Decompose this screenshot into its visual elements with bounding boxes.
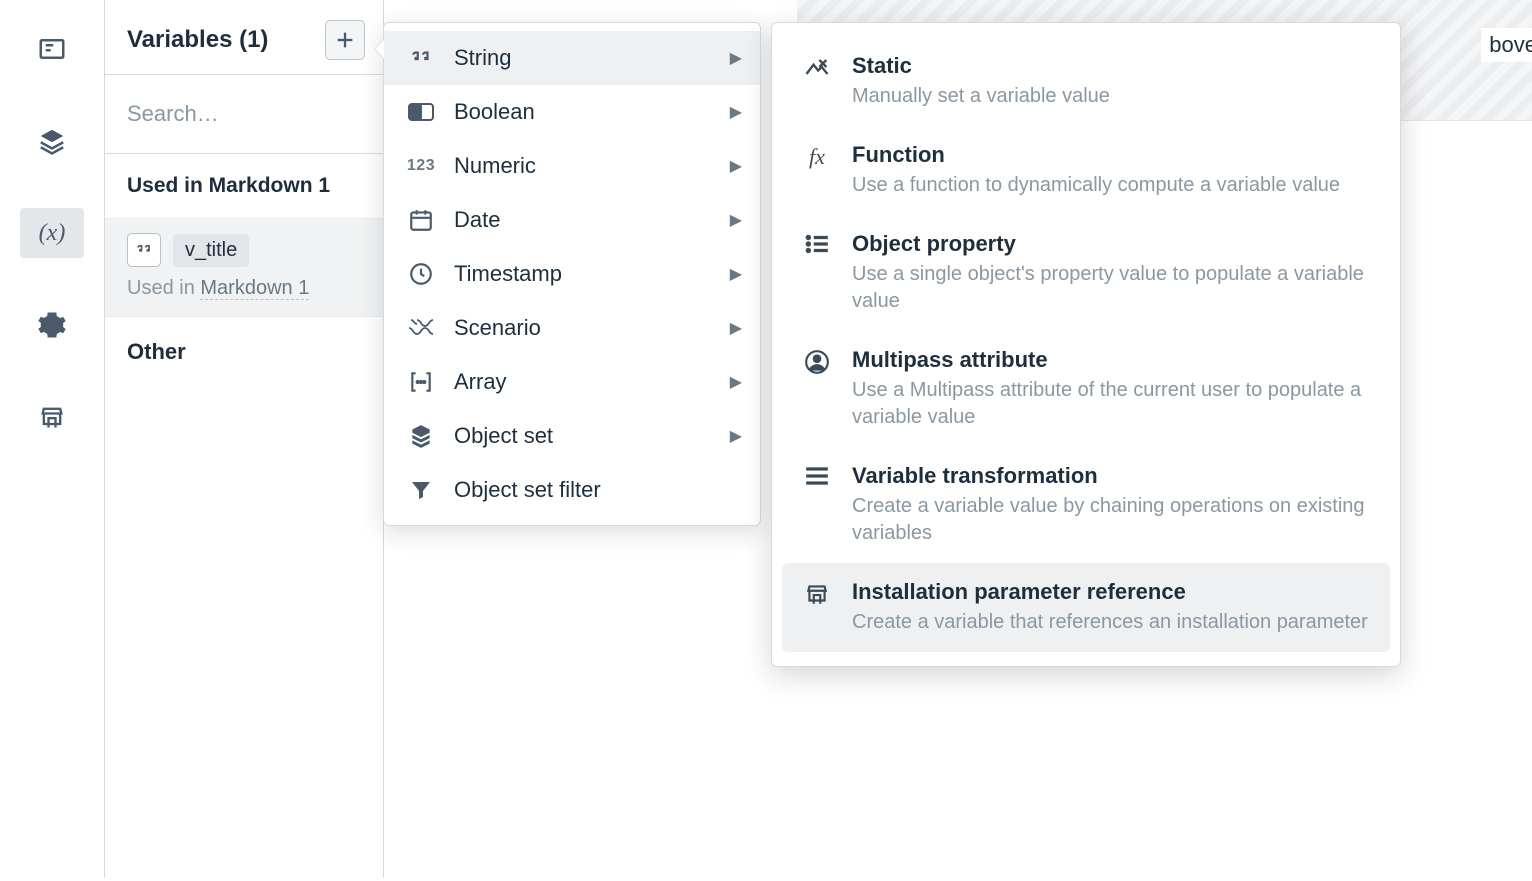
chevron-right-icon: ▶ [730, 102, 742, 122]
submenu-description: Use a function to dynamically compute a … [852, 172, 1340, 199]
submenu-title: Multipass attribute [852, 347, 1372, 373]
submenu-title: Static [852, 53, 1110, 79]
type-label: Date [454, 207, 500, 233]
variable-name-badge: v_title [173, 234, 249, 267]
boolean-icon [406, 103, 436, 121]
section-used-in: Used in Markdown 1 [105, 154, 383, 219]
add-variable-button[interactable] [325, 20, 365, 60]
submenu-item-installation-parameter-reference[interactable]: Installation parameter reference Create a… [782, 563, 1390, 652]
submenu-item-object-property[interactable]: Object property Use a single object's pro… [782, 215, 1390, 331]
type-label: Timestamp [454, 261, 562, 287]
type-label: Object set [454, 423, 553, 449]
install-icon [800, 579, 834, 636]
variable-row[interactable]: v_title Used in Markdown 1 [105, 219, 383, 317]
submenu-description: Use a Multipass attribute of the current… [852, 377, 1372, 431]
type-label: Array [454, 369, 507, 395]
section-other: Other [105, 317, 383, 387]
objectset-icon [406, 423, 436, 449]
objprop-icon [800, 231, 834, 315]
string-type-submenu: Static Manually set a variable value fx Fun… [771, 22, 1401, 667]
static-icon [800, 53, 834, 110]
chevron-right-icon: ▶ [730, 48, 742, 68]
function-icon: fx [800, 142, 834, 199]
submenu-item-multipass-attribute[interactable]: Multipass attribute Use a Multipass attri… [782, 331, 1390, 447]
date-icon [406, 207, 436, 233]
submenu-item-function[interactable]: fx Function Use a function to dynamically … [782, 126, 1390, 215]
type-item-object-set-filter[interactable]: Object set filter [384, 463, 760, 517]
submenu-item-static[interactable]: Static Manually set a variable value [782, 37, 1390, 126]
rail-marketplace-icon[interactable] [20, 392, 84, 442]
rail-variables-icon[interactable]: (x) [20, 208, 84, 258]
timestamp-icon [406, 261, 436, 287]
type-label: Boolean [454, 99, 535, 125]
type-item-timestamp[interactable]: Timestamp ▶ [384, 247, 760, 301]
type-label: Scenario [454, 315, 541, 341]
variable-type-menu: String▶Boolean▶123Numeric▶Date▶Timestamp… [383, 22, 761, 526]
chevron-right-icon: ▶ [730, 426, 742, 446]
submenu-title: Installation parameter reference [852, 579, 1368, 605]
submenu-title: Function [852, 142, 1340, 168]
type-item-object-set[interactable]: Object set ▶ [384, 409, 760, 463]
type-item-numeric[interactable]: 123 Numeric ▶ [384, 139, 760, 193]
search-input[interactable] [127, 75, 361, 153]
scenario-icon [406, 316, 436, 340]
variable-usage: Used in Markdown 1 [127, 277, 361, 300]
chevron-right-icon: ▶ [730, 156, 742, 176]
chevron-right-icon: ▶ [730, 264, 742, 284]
rail-settings-icon[interactable] [20, 300, 84, 350]
used-in-link[interactable]: Markdown 1 [200, 277, 309, 300]
type-item-string[interactable]: String ▶ [384, 31, 760, 85]
marketplace-button[interactable] [1497, 120, 1532, 160]
submenu-description: Manually set a variable value [852, 83, 1110, 110]
filter-icon [406, 478, 436, 502]
panel-title: Variables (1) [127, 26, 268, 54]
submenu-title: Variable transformation [852, 463, 1372, 489]
type-item-date[interactable]: Date ▶ [384, 193, 760, 247]
submenu-description: Create a variable that references an ins… [852, 609, 1368, 636]
numeric-icon: 123 [406, 157, 436, 175]
chevron-right-icon: ▶ [730, 210, 742, 230]
truncated-text: bove [1481, 28, 1532, 62]
array-icon [406, 369, 436, 395]
type-item-array[interactable]: Array ▶ [384, 355, 760, 409]
submenu-description: Use a single object's property value to … [852, 261, 1372, 315]
submenu-item-variable-transformation[interactable]: Variable transformation Create a variable… [782, 447, 1390, 563]
type-item-boolean[interactable]: Boolean ▶ [384, 85, 760, 139]
multipass-icon [800, 347, 834, 431]
quotes-icon [406, 45, 436, 71]
submenu-title: Object property [852, 231, 1372, 257]
search-row [105, 74, 383, 154]
string-type-icon [127, 233, 161, 267]
variables-panel: Variables (1) Used in Markdown 1 v_title… [104, 0, 384, 878]
left-rail: (x) [0, 0, 104, 878]
chevron-right-icon: ▶ [730, 372, 742, 392]
rail-document-icon[interactable] [20, 24, 84, 74]
panel-header: Variables (1) [105, 0, 383, 74]
rail-layers-icon[interactable] [20, 116, 84, 166]
type-label: String [454, 45, 511, 71]
type-label: Object set filter [454, 477, 601, 503]
submenu-description: Create a variable value by chaining oper… [852, 493, 1372, 547]
type-label: Numeric [454, 153, 536, 179]
chevron-right-icon: ▶ [730, 318, 742, 338]
type-item-scenario[interactable]: Scenario ▶ [384, 301, 760, 355]
transform-icon [800, 463, 834, 547]
